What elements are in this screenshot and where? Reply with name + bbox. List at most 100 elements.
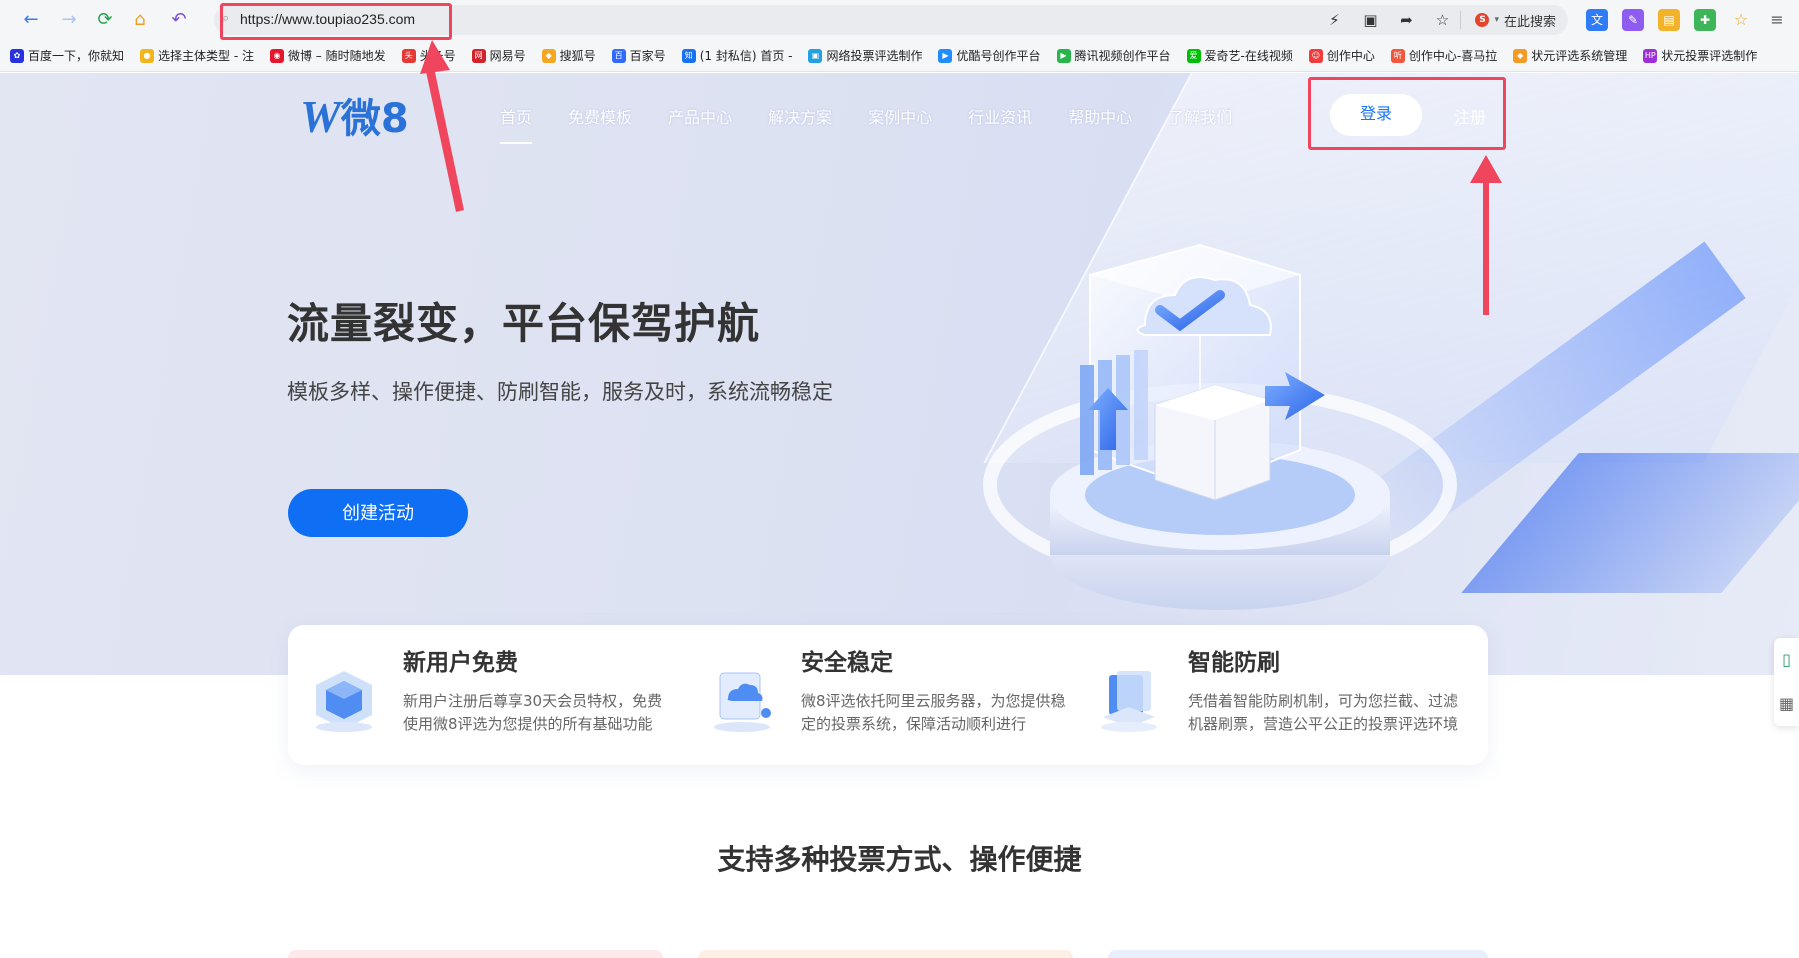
address-url[interactable]: https://www.toupiao235.com bbox=[240, 11, 415, 27]
bookmarks-bar: ✿ 百度一下，你就知 ● 选择主体类型 - 注 ◉ 微博 – 随时随地发头头条号网网易号 ◆… bbox=[0, 40, 1799, 72]
pen-icon[interactable]: ✎ bbox=[1622, 9, 1644, 31]
bookmark-item[interactable]: ☺ 创作中心 bbox=[1308, 47, 1375, 64]
hero-title: 流量裂变，平台保驾护航 bbox=[287, 299, 761, 348]
logo-mark: W bbox=[300, 91, 341, 142]
bookmark-item[interactable]: 听创作中心-喜马拉 bbox=[1390, 47, 1498, 64]
feature-item: 智能防刷 凭借着智能防刷机制，可为您拦截、过滤机器刷票，营造公平公正的投票评选环… bbox=[1073, 625, 1488, 765]
bookmark-item[interactable]: ▶ 腾讯视频创作平台 bbox=[1056, 47, 1171, 64]
bookmark-item[interactable]: 百百家号 bbox=[611, 47, 666, 64]
create-activity-button[interactable]: 创建活动 bbox=[288, 489, 468, 537]
menu-icon[interactable]: ≡ bbox=[1766, 9, 1788, 31]
bookmark-favicon-icon: ◉ bbox=[269, 48, 284, 63]
bookmark-label: 头条号 bbox=[419, 49, 456, 63]
hero-banner bbox=[0, 73, 1799, 675]
bookmark-label: 百度一下，你就知 bbox=[28, 49, 125, 63]
vote-type-card bbox=[1108, 950, 1488, 958]
bookmark-item[interactable]: ▶ 优酷号创作平台 bbox=[938, 47, 1041, 64]
bookmark-label: 网易号 bbox=[489, 49, 526, 63]
bookmark-favicon-icon: ◆ bbox=[541, 48, 556, 63]
bookmark-label: 创作中心 bbox=[1326, 49, 1375, 63]
puzzle-icon[interactable]: ✚ bbox=[1694, 9, 1716, 31]
bookmark-item[interactable]: 爱爱奇艺-在线视频 bbox=[1186, 47, 1293, 64]
favorites-icon[interactable]: ☆ bbox=[1730, 9, 1752, 31]
qrcode-icon[interactable]: ▦ bbox=[1774, 682, 1799, 726]
chevron-down-icon: ▾ bbox=[1494, 15, 1499, 25]
feature-item: 新用户免费 新用户注册后尊享30天会员特权，免费使用微8评选为您提供的所有基础功… bbox=[288, 625, 688, 765]
share-icon[interactable]: ➦ bbox=[1388, 11, 1424, 29]
reader-icon[interactable]: ▣ bbox=[1352, 11, 1388, 29]
bookmark-favicon-icon: 网 bbox=[471, 48, 486, 63]
feature-item: 安全稳定 微8评选依托阿里云服务器，为您提供稳定的投票系统，保障活动顺利进行 bbox=[686, 625, 1086, 765]
nav-solutions[interactable]: 解决方案 bbox=[768, 104, 832, 128]
undo-close-icon[interactable]: ↶ bbox=[166, 7, 192, 33]
forward-icon[interactable]: → bbox=[56, 7, 82, 33]
shield-panel-icon bbox=[1101, 671, 1157, 732]
bookmark-favicon-icon: ▣ bbox=[808, 48, 823, 63]
features-card: 新用户免费 新用户注册后尊享30天会员特权，免费使用微8评选为您提供的所有基础功… bbox=[288, 625, 1488, 765]
home-icon[interactable]: ⌂ bbox=[127, 7, 153, 33]
vote-type-card bbox=[698, 950, 1073, 958]
nav-products[interactable]: 产品中心 bbox=[668, 104, 732, 128]
bookmark-favicon-icon: ● bbox=[140, 48, 155, 63]
search-engine-field[interactable]: 在此搜索 bbox=[1504, 11, 1556, 30]
login-button[interactable]: 登录 bbox=[1330, 94, 1422, 136]
bookmark-favicon-icon: 听 bbox=[1390, 48, 1405, 63]
search-engine[interactable]: S ▾ 在此搜索 bbox=[1460, 11, 1568, 30]
lightning-icon[interactable]: ⚡ bbox=[1316, 11, 1352, 29]
bookmark-item[interactable]: ◆ 状元评选系统管理 bbox=[1513, 47, 1627, 64]
bookmark-favicon-icon: ▶ bbox=[1056, 48, 1071, 63]
cloud-server-icon bbox=[714, 672, 771, 732]
bookmark-label: 选择主体类型 - 注 bbox=[158, 49, 254, 63]
nav-free-templates[interactable]: 免费模板 bbox=[568, 104, 632, 128]
feature-desc: 凭借着智能防刷机制，可为您拦截、过滤机器刷票，营造公平公正的投票评选环境 bbox=[1188, 692, 1459, 733]
bookmark-favicon-icon: 头 bbox=[401, 48, 416, 63]
hero-subtitle: 模板多样、操作便捷、防刷智能，服务及时，系统流畅稳定 bbox=[287, 380, 833, 404]
address-bar[interactable]: ⌕ https://www.toupiao235.com ⚡ ▣ ➦ ☆ S ▾… bbox=[214, 5, 1568, 35]
bookmark-favicon-icon: 知 bbox=[681, 48, 696, 63]
nav-help[interactable]: 帮助中心 bbox=[1068, 104, 1132, 128]
bookmark-label: 优酷号创作平台 bbox=[956, 49, 1041, 63]
bookmark-item[interactable]: ✿ 百度一下，你就知 bbox=[10, 47, 124, 64]
bookmark-favicon-icon: 爱 bbox=[1186, 48, 1201, 63]
decorative-stripe bbox=[1461, 453, 1799, 593]
search-icon: ⌕ bbox=[222, 11, 230, 26]
back-icon[interactable]: ← bbox=[18, 7, 44, 33]
address-tools: ⚡ ▣ ➦ ☆ S ▾ 在此搜索 bbox=[1316, 5, 1568, 35]
phone-icon[interactable]: ▯ bbox=[1774, 638, 1799, 682]
bookmark-item[interactable]: 网网易号 bbox=[471, 47, 526, 64]
nav-about[interactable]: 了解我们 bbox=[1168, 104, 1232, 128]
nav-cases[interactable]: 案例中心 bbox=[868, 104, 932, 128]
feature-desc: 微8评选依托阿里云服务器，为您提供稳定的投票系统，保障活动顺利进行 bbox=[801, 692, 1066, 733]
star-icon[interactable]: ☆ bbox=[1424, 11, 1460, 29]
reload-icon[interactable]: ⟳ bbox=[92, 7, 118, 33]
bookmark-label: 搜狐号 bbox=[559, 49, 596, 63]
bookmark-label: 网络投票评选制作 bbox=[826, 49, 923, 63]
site-logo[interactable]: W 微8 bbox=[300, 91, 409, 143]
feature-title: 安全稳定 bbox=[801, 650, 893, 676]
extension-icons: 文 ✎ ▤ ✚ ☆ ≡ bbox=[1586, 9, 1788, 31]
bookmark-item[interactable]: 知 (1 封私信) 首页 - bbox=[681, 47, 792, 64]
bookmark-label: 百家号 bbox=[629, 49, 666, 63]
bookmark-item[interactable]: 头头条号 bbox=[401, 47, 456, 64]
bookmark-favicon-icon: ☺ bbox=[1308, 48, 1323, 63]
feature-title: 智能防刷 bbox=[1188, 650, 1280, 676]
bookmark-label: 创作中心-喜马拉 bbox=[1408, 49, 1498, 63]
translate-icon[interactable]: 文 bbox=[1586, 9, 1608, 31]
bookmark-item[interactable]: ● 选择主体类型 - 注 bbox=[140, 47, 254, 64]
vote-type-card bbox=[288, 950, 663, 958]
bookmark-label: 状元投票评选制作 bbox=[1661, 49, 1758, 63]
main-nav: 首页 免费模板 产品中心 解决方案 案例中心 行业资讯 帮助中心 了解我们 bbox=[500, 104, 1268, 144]
bookmark-favicon-icon: ✿ bbox=[10, 48, 24, 63]
bookmark-item[interactable]: ◉ 微博 – 随时随地发 bbox=[269, 47, 386, 64]
bookmark-favicon-icon: HP bbox=[1643, 48, 1658, 63]
folder-icon[interactable]: ▤ bbox=[1658, 9, 1680, 31]
bookmark-item[interactable]: ▣ 网络投票评选制作 bbox=[808, 47, 922, 64]
bookmark-item[interactable]: ◆ 搜狐号 bbox=[541, 47, 596, 64]
register-link[interactable]: 注册 bbox=[1454, 104, 1486, 128]
nav-news[interactable]: 行业资讯 bbox=[968, 104, 1032, 128]
bookmark-favicon-icon: ▶ bbox=[938, 48, 953, 63]
bookmark-item[interactable]: HP 状元投票评选制作 bbox=[1643, 47, 1757, 64]
nav-home[interactable]: 首页 bbox=[500, 104, 533, 144]
browser-toolbar: ← → ⟳ ⌂ ↶ ⌕ https://www.toupiao235.com ⚡… bbox=[0, 0, 1799, 40]
cube-icon bbox=[316, 671, 372, 732]
